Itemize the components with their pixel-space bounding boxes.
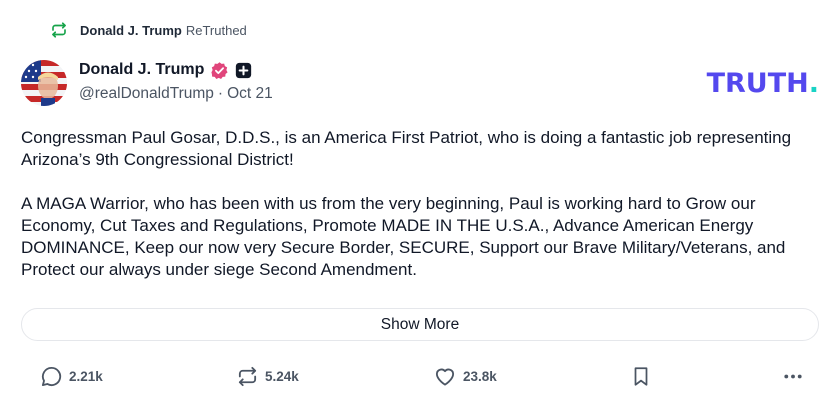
retruth-author-name[interactable]: Donald J. Trump [80,23,182,38]
bookmark-icon [634,366,648,386]
truth-logo[interactable]: TRUTH. [707,68,819,99]
author-meta: @realDonaldTrump · Oct 21 [79,85,273,103]
truth-logo-dot: . [808,68,819,99]
post-date[interactable]: Oct 21 [227,85,273,103]
author-name-row: Donald J. Trump [79,58,273,82]
bookmark-button[interactable] [630,362,652,390]
author-display-name[interactable]: Donald J. Trump [79,61,204,79]
avatar[interactable] [21,60,67,106]
retruth-count: 5.24k [265,368,299,384]
meta-separator: · [217,85,224,102]
more-dots-icon [784,374,802,378]
avatar-image [21,60,67,106]
like-button[interactable]: 23.8k [433,362,497,390]
heart-icon [435,368,455,386]
reply-button[interactable]: 2.21k [40,362,103,390]
show-more-button[interactable]: Show More [21,308,819,341]
retruth-label: ReTruthed [185,22,247,38]
reply-count: 2.21k [69,368,103,384]
verified-badge-icon [211,61,228,79]
retruth-arrows-icon [238,366,257,386]
post-paragraph: Congressman Paul Gosar, D.D.S., is an Am… [21,128,792,169]
post-paragraph: A MAGA Warrior, who has been with us fro… [21,194,786,279]
like-count: 23.8k [463,368,497,384]
truth-logo-text: TRUTH [706,68,809,99]
author-handle[interactable]: @realDonaldTrump [79,85,214,103]
action-bar: 2.21k 5.24k 23.8k [0,362,840,390]
post-body: Congressman Paul Gosar, D.D.S., is an Am… [21,127,821,303]
retruth-button[interactable]: 5.24k [236,362,299,390]
more-options-button[interactable] [781,362,805,390]
plus-square-icon[interactable] [235,62,252,79]
comment-bubble-icon [41,366,62,386]
author-block: Donald J. Trump @realDonaldTrump · Oct 2… [79,58,273,103]
retruth-header: Donald J. Trump ReTruthed [50,19,247,41]
retruth-icon [52,22,66,38]
